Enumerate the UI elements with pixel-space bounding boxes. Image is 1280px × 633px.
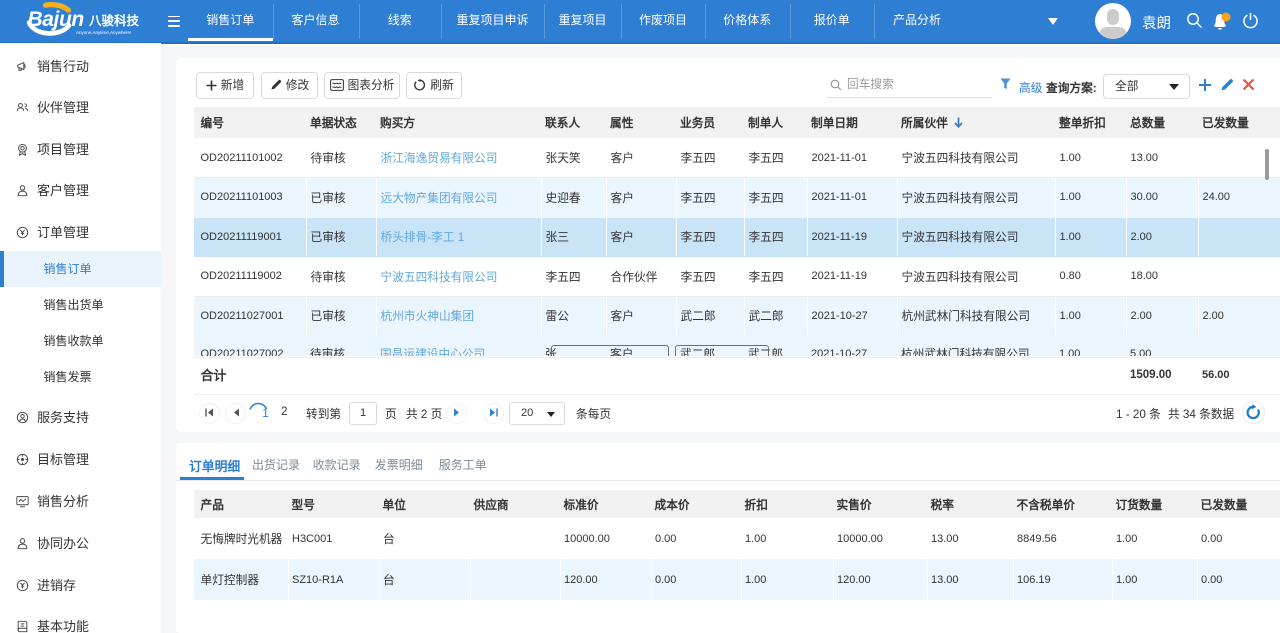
svg-text:Bajun: Bajun <box>28 8 84 31</box>
svg-text:Anyone,Anytime,Anywhere!: Anyone,Anytime,Anywhere! <box>76 30 131 35</box>
svg-text:八骏科技: 八骏科技 <box>88 13 140 28</box>
